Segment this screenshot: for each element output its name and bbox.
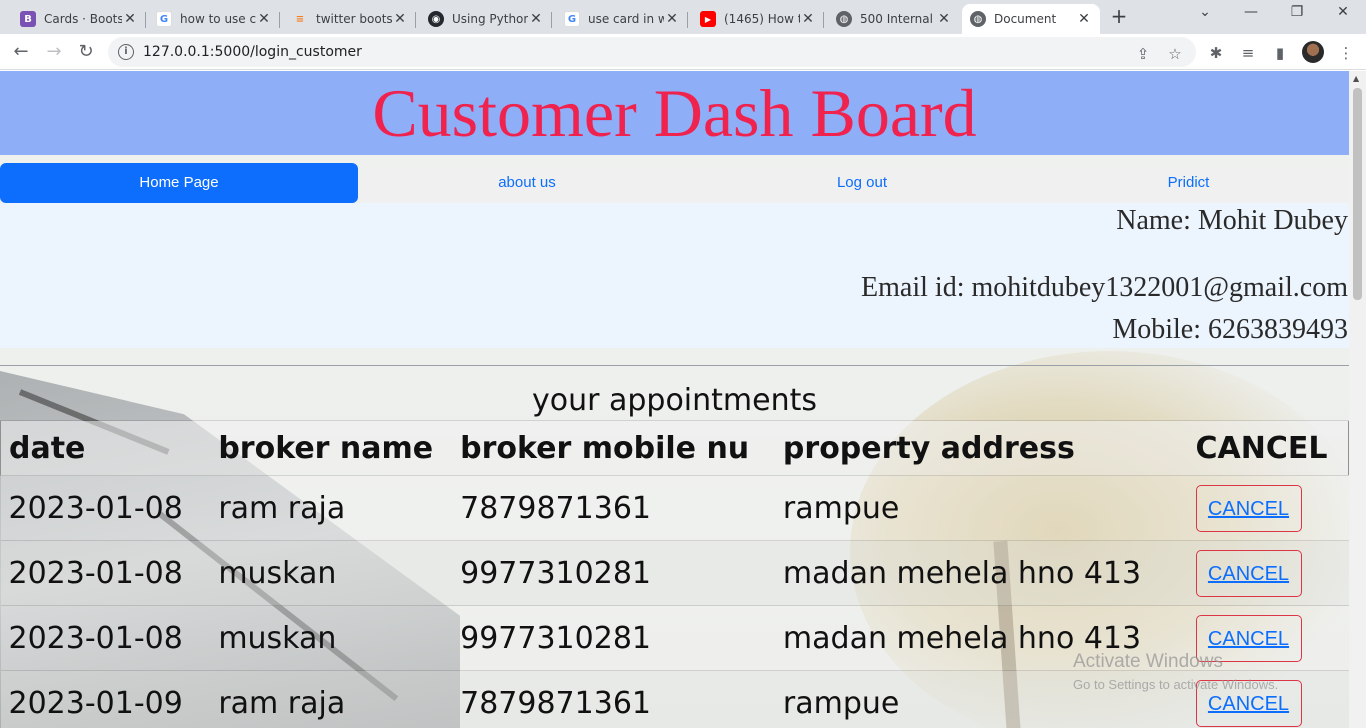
table-row: 2023-01-08 muskan 9977310281 madan mehel… [0,540,1349,606]
cell-broker-name: ram raja [210,475,453,541]
browser-tab-strip: B Cards · Bootst ✕ G how to use ca ✕ ≡ t… [0,0,1366,34]
browser-tab[interactable]: B Cards · Bootst ✕ [12,4,146,34]
tab-title: twitter bootst [316,12,392,26]
nav-home-page[interactable]: Home Page [0,163,358,203]
close-tab-icon[interactable]: ✕ [664,11,680,27]
browser-tab[interactable]: ≡ twitter bootst ✕ [284,4,416,34]
cell-property-address: madan mehela hno 413 [774,540,1188,606]
media-control-icon[interactable]: ≡ [1238,43,1258,63]
dashboard-header: Customer Dash Board [0,71,1349,155]
cell-property-address: rampue [774,475,1188,541]
address-bar[interactable]: i 127.0.0.1:5000/login_customer ⇪ ☆ [108,37,1196,67]
nav-pridict[interactable]: Pridict [1028,163,1349,203]
google-icon: G [156,11,172,27]
close-tab-icon[interactable]: ✕ [122,11,138,27]
table-row: 2023-01-08 ram raja 7879871361 rampue CA… [0,475,1349,541]
close-tab-icon[interactable]: ✕ [800,11,816,27]
youtube-icon: ▶ [700,11,716,27]
tab-title: 500 Internal S [860,12,936,26]
customer-email: Email id: mohitdubey1322001@gmail.com [861,272,1348,303]
side-panel-icon[interactable]: ▮ [1270,43,1290,63]
cell-broker-name: ram raja [210,670,453,728]
scrollbar-thumb[interactable] [1353,88,1362,300]
cell-action: CANCEL [1187,540,1349,606]
bookmark-star-icon[interactable]: ☆ [1166,45,1184,63]
globe-icon: ◍ [836,11,852,27]
menu-kebab-icon[interactable]: ⋮ [1336,43,1356,63]
github-icon: ◉ [428,11,444,27]
tab-title: use card in w [588,12,664,26]
new-tab-button[interactable]: + [1108,6,1130,28]
url-text[interactable]: 127.0.0.1:5000/login_customer [143,44,362,60]
bootstrap-icon: B [20,11,36,27]
google-icon: G [564,11,580,27]
customer-name: Name: Mohit Dubey [1116,205,1348,236]
cell-broker-mobile: 9977310281 [452,605,775,671]
cell-action: CANCEL [1187,475,1349,541]
restore-button[interactable]: ❐ [1282,4,1312,26]
scroll-up-icon[interactable]: ▲ [1353,74,1359,83]
back-icon[interactable]: ← [9,40,33,64]
minimize-button[interactable]: — [1236,4,1266,26]
column-header-broker-mobile: broker mobile nu [452,420,775,476]
cell-date: 2023-01-08 [0,605,211,671]
tab-search-icon[interactable]: ⌄ [1190,4,1220,26]
cell-broker-mobile: 9977310281 [452,540,775,606]
forward-icon[interactable]: → [42,40,66,64]
site-info-icon[interactable]: i [118,44,134,60]
cell-date: 2023-01-08 [0,475,211,541]
browser-tab-active[interactable]: ◍ Document ✕ [962,4,1100,34]
appointments-heading: your appointments [531,383,817,418]
column-header-broker-name: broker name [210,420,453,476]
profile-avatar[interactable] [1302,41,1324,63]
divider [0,365,1349,366]
close-tab-icon[interactable]: ✕ [392,11,408,27]
browser-tab[interactable]: G how to use ca ✕ [148,4,280,34]
cell-broker-name: muskan [210,605,453,671]
cancel-appointment-button[interactable]: CANCEL [1195,484,1302,532]
activate-windows-watermark: Activate Windows Go to Settings to activ… [1073,651,1278,692]
share-icon[interactable]: ⇪ [1134,45,1152,63]
customer-mobile: Mobile: 6263839493 [1112,314,1348,345]
cell-broker-name: muskan [210,540,453,606]
customer-info-panel: Name: Mohit Dubey Email id: mohitdubey13… [0,203,1349,348]
page-viewport: Customer Dash Board Home Page about us L… [0,71,1349,728]
table-header-row: date broker name broker mobile nu proper… [0,420,1349,476]
tab-title: Document [994,12,1057,26]
cell-broker-mobile: 7879871361 [452,670,775,728]
close-window-button[interactable]: ✕ [1328,4,1358,26]
extensions-icon[interactable]: ✱ [1206,43,1226,63]
watermark-subtitle: Go to Settings to activate Windows. [1073,677,1279,692]
watermark-title: Activate Windows [1073,651,1223,672]
browser-tab[interactable]: G use card in w ✕ [556,4,688,34]
tab-title: how to use ca [180,12,256,26]
main-nav: Home Page about us Log out Pridict [0,155,1349,203]
page-title: Customer Dash Board [372,75,977,151]
tab-title: (1465) How to [724,12,800,26]
tab-title: Cards · Bootst [44,12,122,26]
column-header-cancel: CANCEL [1187,420,1349,476]
close-tab-icon[interactable]: ✕ [1076,11,1092,27]
cell-date: 2023-01-08 [0,540,211,606]
cancel-appointment-button[interactable]: CANCEL [1195,549,1302,597]
nav-about-us[interactable]: about us [358,163,696,203]
close-tab-icon[interactable]: ✕ [936,11,952,27]
cell-broker-mobile: 7879871361 [452,475,775,541]
browser-toolbar: ← → ↻ i 127.0.0.1:5000/login_customer ⇪ … [0,34,1366,70]
nav-log-out[interactable]: Log out [696,163,1028,203]
globe-icon: ◍ [970,11,986,27]
browser-tab[interactable]: ▶ (1465) How to ✕ [692,4,824,34]
column-header-property-address: property address [774,420,1188,476]
browser-tab[interactable]: ◉ Using Python ✕ [420,4,552,34]
close-tab-icon[interactable]: ✕ [528,11,544,27]
tab-title: Using Python [452,12,528,26]
page-scrollbar[interactable]: ▲ [1349,71,1366,728]
stackoverflow-icon: ≡ [295,13,305,25]
reload-icon[interactable]: ↻ [74,40,98,64]
column-header-date: date [0,420,211,476]
close-tab-icon[interactable]: ✕ [256,11,272,27]
browser-tab[interactable]: ◍ 500 Internal S ✕ [828,4,960,34]
cell-date: 2023-01-09 [0,670,211,728]
